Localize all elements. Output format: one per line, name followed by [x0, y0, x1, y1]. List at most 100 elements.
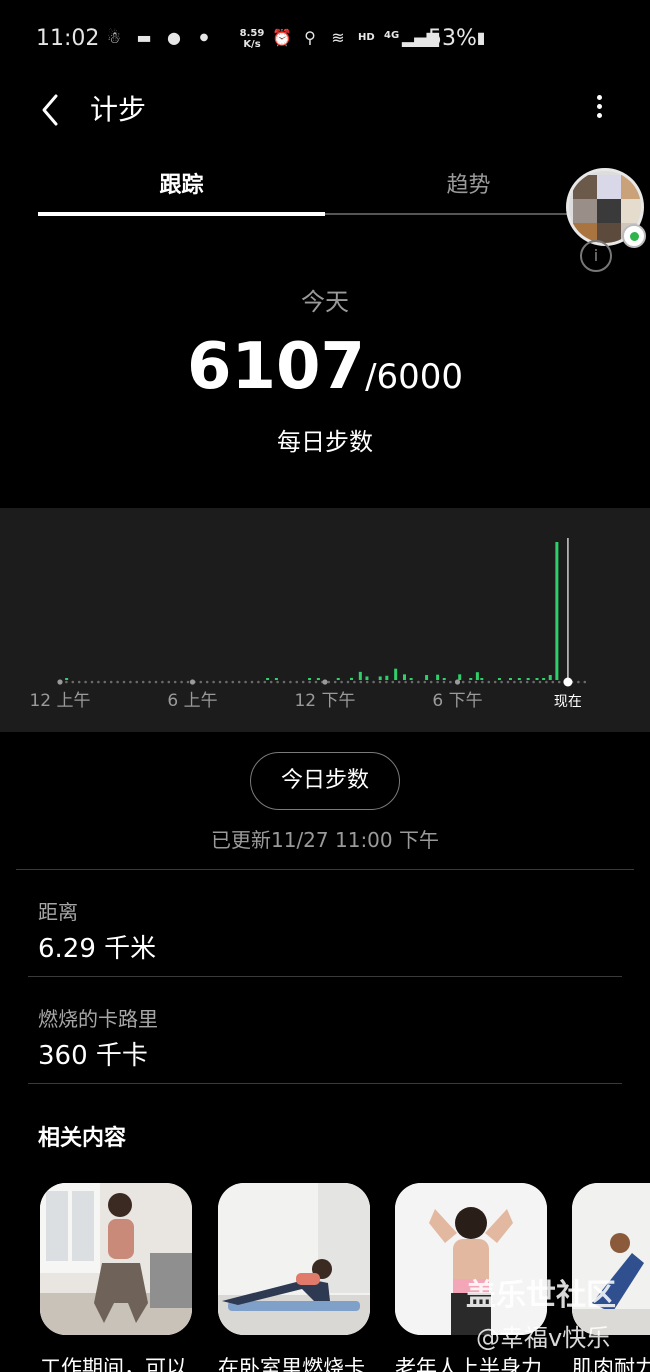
related-card-3-title[interactable]: 老年人上半身力	[395, 1352, 555, 1372]
chart-bar	[548, 675, 552, 680]
chart-bar	[65, 678, 69, 680]
related-card-1[interactable]	[40, 1183, 192, 1335]
info-button[interactable]: i	[580, 240, 612, 272]
chart-baseline-dot	[180, 680, 183, 684]
chart-baseline-dot	[295, 680, 299, 684]
notification-icon: ☃	[106, 28, 122, 47]
bubble-thumb	[597, 199, 621, 223]
chart-tick-label: 6 上午	[167, 691, 217, 711]
squat-workout-image	[40, 1183, 192, 1335]
chart-baseline-dot	[557, 680, 561, 684]
hourly-steps-chart[interactable]: 12 上午 6 上午 12 下午 6 下午 现在	[0, 508, 650, 732]
chart-baseline-dot	[289, 680, 292, 684]
related-card-4-title[interactable]: 肌肉耐力	[572, 1352, 650, 1372]
chart-baseline-dot	[423, 680, 427, 684]
chart-tick-label: 12 下午	[294, 691, 355, 711]
updated-timestamp: 已更新11/27 11:00 下午	[211, 828, 439, 852]
chart-baseline-dot	[353, 680, 356, 684]
battery-icon: ▮	[476, 28, 486, 47]
wechat-badge-icon	[622, 224, 646, 248]
tab-track[interactable]: 跟踪	[38, 160, 325, 216]
chart-baseline-dot	[129, 680, 132, 684]
related-content-title: 相关内容	[38, 1126, 127, 1151]
chart-baseline-dot	[84, 680, 87, 684]
chart-bar	[442, 678, 446, 680]
divider	[28, 976, 622, 977]
chart-baseline-dot	[487, 680, 491, 684]
period-label: 今天	[301, 288, 349, 316]
net-speed-unit: K/s	[243, 39, 261, 50]
chart-bar	[378, 676, 382, 680]
chart-baseline-dot	[97, 680, 100, 684]
chart-tick-label: 现在	[554, 694, 582, 710]
chart-bar	[336, 678, 340, 680]
chart-baseline-dot	[308, 680, 311, 684]
chart-baseline-dot	[225, 680, 228, 684]
related-card-2[interactable]	[218, 1183, 370, 1335]
battery-level: 53%	[428, 26, 477, 51]
chart-baseline-dot	[103, 680, 107, 684]
chart-tick-dot	[189, 679, 196, 685]
chart-tick-dot	[322, 679, 328, 685]
chart-tick-label: 6 下午	[432, 691, 482, 711]
chart-bar	[475, 672, 479, 680]
chart-baseline-dot	[513, 680, 516, 684]
bubble-thumb	[621, 175, 641, 199]
net-speed: 8.59 K/s	[238, 28, 266, 50]
today-steps-button[interactable]: 今日步数	[250, 752, 400, 810]
related-card-1-title[interactable]: 工作期间，可以	[40, 1352, 200, 1372]
step-caption: 每日步数	[277, 428, 373, 456]
more-notifications-icon: ●	[199, 32, 209, 43]
chart-bar	[385, 675, 389, 680]
related-card-2-title[interactable]: 在卧室里燃烧卡	[218, 1352, 378, 1372]
chart-bar	[409, 678, 413, 680]
chart-baseline-dot	[173, 680, 177, 684]
chart-baseline-dot	[161, 680, 164, 684]
chart-baseline-dot	[301, 680, 305, 684]
back-arrow-icon	[42, 94, 58, 126]
wifi-icon: ≋	[331, 28, 345, 47]
tab-bar: 跟踪 趋势	[38, 160, 650, 218]
chart-baseline-dot	[135, 680, 139, 684]
chart-baseline-dot	[90, 680, 94, 684]
more-dot-icon	[596, 95, 602, 100]
chart-baseline-dot	[122, 680, 126, 684]
watermark-handle: @幸福v快乐	[476, 1324, 611, 1352]
chart-baseline-dot	[167, 680, 171, 684]
chart-bar	[480, 678, 484, 680]
chart-bar	[274, 678, 278, 680]
more-options-button[interactable]	[584, 92, 614, 128]
chart-baseline-dot	[77, 680, 81, 684]
step-goal: /6000	[365, 357, 464, 397]
chart-baseline-dot	[282, 680, 286, 684]
net-speed-value: 8.59	[239, 28, 265, 39]
chart-baseline-dot	[116, 680, 119, 684]
distance-label: 距离	[38, 900, 78, 924]
chart-baseline-dot	[263, 680, 267, 684]
message-icon: ▬	[136, 28, 152, 47]
chart-bar	[469, 678, 473, 680]
chart-baseline-dot	[250, 680, 254, 684]
chart-bar	[542, 678, 546, 680]
step-count: 6107	[186, 330, 366, 404]
chart-bar	[509, 678, 512, 680]
chart-baseline-dot	[519, 680, 523, 684]
chart-baseline-dot	[148, 680, 151, 684]
step-summary: 6107/6000	[0, 330, 650, 404]
back-button[interactable]	[34, 92, 70, 128]
distance-value: 6.29 千米	[38, 934, 157, 964]
chart-baseline-dot	[244, 680, 247, 684]
chart-tick-dot	[454, 679, 461, 685]
more-dot-icon	[596, 104, 602, 109]
chart-baseline-dot	[551, 680, 555, 684]
chart-baseline-dot	[186, 680, 190, 684]
chart-baseline-dot	[461, 680, 465, 684]
chart-baseline-dot	[333, 680, 337, 684]
chart-baseline-dot	[327, 680, 331, 684]
status-time: 11:02	[36, 26, 100, 51]
chart-baseline-dot	[257, 680, 260, 684]
bubble-thumb	[621, 199, 641, 223]
chart-baseline-dot	[231, 680, 235, 684]
chart-baseline-dot	[436, 680, 439, 684]
chart-baseline-dot	[577, 680, 580, 684]
